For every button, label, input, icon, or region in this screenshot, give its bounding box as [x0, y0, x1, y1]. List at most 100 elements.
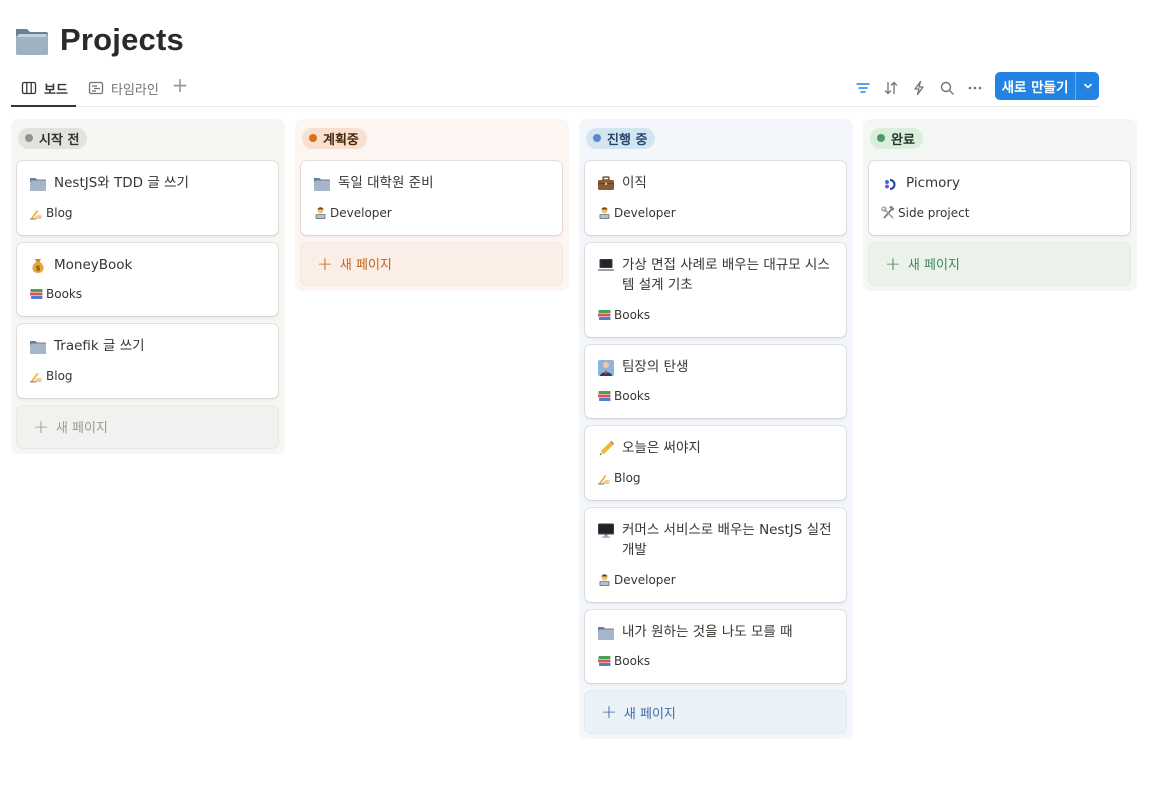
- folder-icon: [29, 173, 47, 194]
- card-title: 오늘은 써야지: [597, 438, 834, 459]
- status-badge[interactable]: 진행 중: [586, 127, 656, 149]
- card-category-label: Side project: [898, 205, 970, 220]
- board-column: 시작 전 NestJS와 TDD 글 쓰기 Blog $ MoneyBook Books T…: [11, 119, 285, 454]
- automation-button[interactable]: [908, 77, 930, 99]
- board-card[interactable]: 이직 Developer: [585, 161, 846, 235]
- technologist-icon: [313, 205, 330, 220]
- status-label: 완료: [891, 132, 915, 148]
- card-category: Blog: [597, 469, 834, 487]
- card-title-text: 독일 대학원 준비: [338, 175, 434, 191]
- status-label: 진행 중: [607, 132, 648, 148]
- technologist-icon: [597, 205, 614, 220]
- card-title-text: 커머스 서비스로 배우는 NestJS 실전 개발: [622, 521, 832, 559]
- card-title: 가상 면접 사례로 배우는 대규모 시스템 설계 기초: [597, 255, 834, 296]
- plus-icon: +: [317, 252, 333, 275]
- tab-timeline-label: 타임라인: [111, 82, 159, 98]
- tab-board-label: 보드: [44, 82, 68, 98]
- search-button[interactable]: [936, 77, 958, 99]
- card-category: Books: [597, 387, 834, 405]
- card-category-label: Blog: [46, 368, 73, 383]
- plus-icon: +: [601, 701, 617, 723]
- page-title-text: Projects: [60, 22, 184, 57]
- card-title-text: Picmory: [906, 175, 960, 191]
- lightning-icon: [914, 80, 924, 96]
- new-page-button[interactable]: + 새 페이지: [585, 691, 846, 733]
- card-category: Developer: [313, 204, 550, 222]
- new-page-button[interactable]: + 새 페이지: [869, 242, 1130, 285]
- new-button-group: 새로 만들기: [995, 72, 1099, 100]
- svg-text:$: $: [36, 264, 41, 272]
- more-icon: [968, 86, 982, 90]
- card-title-text: 내가 원하는 것을 나도 모를 때: [622, 623, 793, 640]
- plus-icon: +: [885, 252, 901, 275]
- money-bag-icon: $: [29, 255, 47, 276]
- picmory-logo-icon: [881, 173, 899, 194]
- board-card[interactable]: 팀장의 탄생 Books: [585, 344, 846, 418]
- card-title: 이직: [597, 173, 834, 194]
- card-title: NestJS와 TDD 글 쓰기: [29, 173, 266, 194]
- new-page-label: 새 페이지: [339, 258, 392, 273]
- writing-hand-icon: [29, 368, 46, 383]
- board-card[interactable]: Traefik 글 쓰기 Blog: [17, 324, 278, 398]
- board-column: 완료 Picmory Side project + 새 페이지: [863, 119, 1137, 291]
- new-dropdown-button[interactable]: [1075, 72, 1099, 100]
- plus-icon: +: [33, 415, 49, 438]
- desktop-icon: [597, 520, 615, 561]
- board-card[interactable]: 독일 대학원 준비 Developer: [301, 161, 562, 235]
- column-header: 계획중: [301, 127, 563, 149]
- board-card[interactable]: NestJS와 TDD 글 쓰기 Blog: [17, 161, 278, 235]
- briefcase-icon: [597, 173, 615, 194]
- card-title: $ MoneyBook: [29, 255, 266, 276]
- filter-icon: [856, 83, 870, 93]
- laptop-icon: [597, 255, 615, 296]
- card-category-label: Books: [614, 654, 651, 668]
- board-card[interactable]: 오늘은 써야지 Blog: [585, 426, 846, 500]
- status-badge[interactable]: 계획중: [302, 127, 367, 149]
- status-dot-icon: [309, 134, 317, 142]
- card-title-text: 이직: [622, 175, 647, 191]
- status-badge[interactable]: 시작 전: [18, 127, 88, 149]
- new-page-button[interactable]: + 새 페이지: [17, 405, 278, 448]
- board-card[interactable]: 커머스 서비스로 배우는 NestJS 실전 개발 Developer: [585, 507, 846, 602]
- card-category: Books: [597, 652, 834, 670]
- tab-timeline[interactable]: 타임라인: [78, 73, 167, 103]
- card-title: 팀장의 탄생: [597, 357, 834, 378]
- sort-icon: [884, 81, 898, 95]
- status-badge[interactable]: 완료: [870, 127, 923, 149]
- status-label: 계획중: [323, 132, 359, 148]
- sort-button[interactable]: [880, 77, 902, 99]
- card-category-label: Developer: [614, 572, 676, 587]
- folder-icon: [16, 29, 48, 55]
- card-title: 독일 대학원 준비: [313, 173, 550, 194]
- board-card[interactable]: $ MoneyBook Books: [17, 242, 278, 316]
- new-button[interactable]: 새로 만들기: [995, 72, 1075, 100]
- card-category: Blog: [29, 367, 266, 385]
- card-title-text: 팀장의 탄생: [622, 358, 689, 375]
- card-category-label: Books: [46, 287, 83, 301]
- card-title: Traefik 글 쓰기: [29, 336, 266, 357]
- board-card[interactable]: Picmory Side project: [869, 161, 1130, 235]
- board-card[interactable]: 내가 원하는 것을 나도 모를 때 Books: [585, 609, 846, 683]
- card-title-text: Traefik 글 쓰기: [54, 338, 145, 354]
- books-icon: [597, 389, 614, 404]
- card-category: Developer: [597, 204, 834, 222]
- filter-button[interactable]: [852, 77, 874, 99]
- more-button[interactable]: [964, 77, 986, 99]
- card-category-label: Developer: [614, 205, 676, 220]
- card-category: Blog: [29, 204, 266, 222]
- card-category: Developer: [597, 571, 834, 589]
- add-view-button[interactable]: +: [171, 75, 189, 95]
- board-card[interactable]: 가상 면접 사례로 배우는 대규모 시스템 설계 기초 Books: [585, 242, 846, 337]
- card-category-label: Books: [614, 389, 651, 403]
- column-header: 진행 중: [585, 127, 847, 149]
- card-title: 커머스 서비스로 배우는 NestJS 실전 개발: [597, 520, 834, 561]
- chevron-down-icon: [1083, 83, 1092, 89]
- books-icon: [29, 287, 46, 302]
- card-title-text: 가상 면접 사례로 배우는 대규모 시스템 설계 기초: [622, 256, 830, 294]
- column-header: 시작 전: [17, 127, 279, 149]
- folder-icon: [597, 622, 615, 643]
- tab-board[interactable]: 보드: [11, 73, 76, 107]
- new-page-button[interactable]: + 새 페이지: [301, 242, 562, 285]
- card-title: 내가 원하는 것을 나도 모를 때: [597, 622, 834, 643]
- hammer-wrench-icon: [881, 205, 898, 220]
